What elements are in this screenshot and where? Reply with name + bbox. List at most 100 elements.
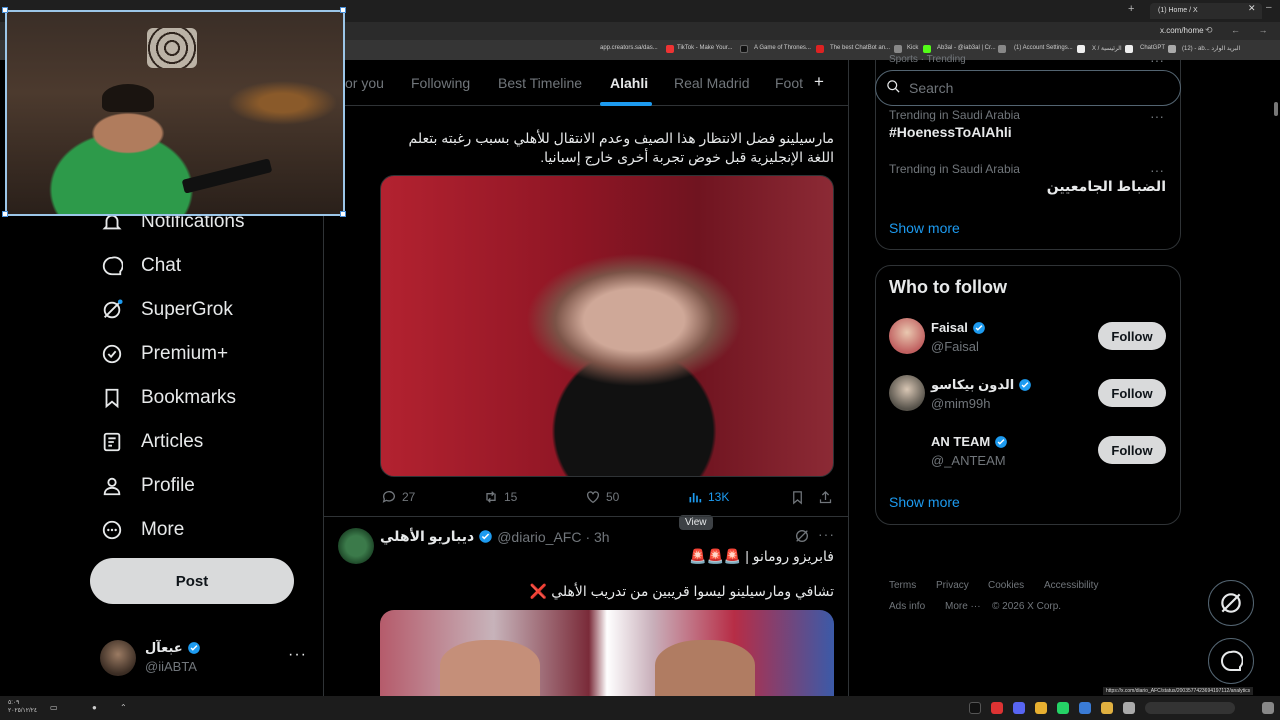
tab-best-timeline[interactable]: Best Timeline [498, 75, 582, 91]
resize-handle[interactable] [2, 211, 8, 217]
tweet-author-handle[interactable]: @diario_AFC [497, 529, 581, 545]
bookmark-item[interactable]: TikTok - Make Your... [677, 45, 732, 51]
tab-alahli[interactable]: Alahli [610, 75, 648, 91]
tab-for-you[interactable]: or you [345, 75, 384, 91]
trend-more-icon[interactable]: ··· [1150, 52, 1164, 68]
tab-foot[interactable]: Foot [775, 75, 803, 91]
app-icon[interactable] [1123, 702, 1135, 714]
url-text[interactable]: x.com/home [1160, 26, 1204, 35]
trends-show-more-link[interactable]: Show more [889, 220, 960, 236]
nav-articles[interactable]: Articles [100, 427, 203, 457]
tab-close-icon[interactable]: ✕ [1248, 3, 1256, 14]
user-avatar[interactable] [889, 375, 925, 411]
nav-more[interactable]: More [100, 515, 184, 545]
resize-handle[interactable] [340, 211, 346, 217]
trend-name[interactable]: الضباط الجامعيين [980, 178, 1166, 195]
tweet-header: ديباريو الأهلي @diario_AFC · 3h [380, 528, 610, 545]
tab-real-madrid[interactable]: Real Madrid [674, 75, 749, 91]
tweet-author-avatar[interactable] [338, 528, 374, 564]
nav-profile[interactable]: Profile [100, 471, 195, 501]
account-handle: @iiABTA [145, 659, 197, 674]
follow-button[interactable]: Follow [1098, 436, 1166, 464]
window-minimize-icon[interactable]: – [1266, 2, 1272, 13]
follow-button[interactable]: Follow [1098, 379, 1166, 407]
trend-more-icon[interactable]: ··· [1150, 162, 1164, 178]
messages-fab[interactable] [1208, 638, 1254, 684]
taskbar-search[interactable] [1145, 702, 1235, 714]
repost-icon [486, 491, 496, 503]
bookmark-item[interactable]: ChatGPT [1140, 45, 1165, 51]
app-icon[interactable] [991, 702, 1003, 714]
repost-button[interactable]: 15 [483, 489, 517, 505]
nav-supergrok[interactable]: SuperGrok [100, 295, 233, 325]
bookmark-item[interactable]: A Game of Thrones... [754, 45, 811, 51]
user-name-row[interactable]: AN TEAM [931, 434, 1008, 449]
footer-accessibility-link[interactable]: Accessibility [1044, 580, 1098, 591]
new-tab-button[interactable]: + [1128, 3, 1134, 15]
views-button[interactable]: 13K [687, 489, 729, 505]
whatsapp-icon[interactable] [1057, 702, 1069, 714]
tab-following[interactable]: Following [411, 75, 470, 91]
link-status-url: https://x.com/diario_AFC/status/20035774… [1103, 687, 1254, 695]
bookmark-item[interactable]: app.creators.sa/das... [600, 45, 658, 51]
resize-handle[interactable] [340, 7, 346, 13]
nav-label: Profile [141, 475, 195, 496]
user-avatar[interactable] [889, 432, 925, 468]
bookmark-item[interactable]: The best ChatBot an... [830, 45, 890, 51]
app-icon[interactable] [1079, 702, 1091, 714]
nav-premium[interactable]: Premium+ [100, 339, 228, 369]
add-tab-icon[interactable]: + [814, 72, 824, 92]
chevron-up-icon[interactable]: ⌃ [120, 703, 127, 712]
follow-button[interactable]: Follow [1098, 322, 1166, 350]
bookmark-tweet-button[interactable] [790, 490, 805, 505]
footer-privacy-link[interactable]: Privacy [936, 580, 969, 591]
account-menu-icon[interactable]: ··· [288, 646, 307, 664]
tweet-time[interactable]: · 3h [585, 529, 609, 545]
bookmark-item[interactable]: Kick [907, 45, 918, 51]
tiktok-app-icon[interactable] [969, 702, 981, 714]
grok-fab[interactable] [1208, 580, 1254, 626]
bookmark-item[interactable]: (1) Account Settings... [1014, 45, 1073, 51]
user-name-row[interactable]: Faisal [931, 320, 986, 335]
chrome-icon[interactable] [1035, 702, 1047, 714]
account-name-row[interactable]: عبعآل [145, 640, 201, 656]
browser-tab-active[interactable]: (1) Home / X [1150, 3, 1262, 19]
bookmark-item[interactable]: (12) - ab... البريد الوارد [1182, 45, 1240, 52]
footer-terms-link[interactable]: Terms [889, 580, 916, 591]
nav-chat[interactable]: Chat [100, 251, 181, 281]
nav-bookmarks[interactable]: Bookmarks [100, 383, 236, 413]
search-input[interactable]: Search [875, 70, 1181, 106]
start-icon[interactable] [1262, 702, 1274, 714]
resize-handle[interactable] [2, 7, 8, 13]
scrollbar-thumb[interactable] [1274, 102, 1278, 116]
trend-name[interactable]: #HoenessToAlAhli [889, 124, 1012, 140]
mic-icon[interactable]: ● [92, 703, 97, 712]
who-to-follow-show-more-link[interactable]: Show more [889, 494, 960, 510]
like-button[interactable]: 50 [585, 489, 619, 505]
trend-more-icon[interactable]: ··· [1150, 108, 1164, 124]
bookmark-item[interactable]: Ab3al - @iab3al | Cr... [937, 45, 996, 51]
account-avatar[interactable] [100, 640, 136, 676]
reply-button[interactable]: 27 [381, 489, 415, 505]
footer-more-link[interactable]: More ··· [945, 601, 981, 612]
tweet-media-image[interactable] [380, 175, 834, 477]
grok-icon[interactable] [794, 528, 810, 549]
footer-ads-link[interactable]: Ads info [889, 601, 925, 612]
footer-cookies-link[interactable]: Cookies [988, 580, 1024, 591]
folder-icon[interactable] [1101, 702, 1113, 714]
browser-nav-icons[interactable]: ⟲ ← → [1205, 25, 1276, 36]
nav-label: SuperGrok [141, 299, 233, 320]
network-icon[interactable]: ▭ [50, 703, 58, 712]
discord-icon[interactable] [1013, 702, 1025, 714]
page-scrollbar[interactable] [1272, 60, 1278, 696]
nav-label: Chat [141, 255, 182, 276]
user-avatar[interactable] [889, 318, 925, 354]
tweet-more-icon[interactable]: ··· [818, 526, 835, 542]
share-button[interactable] [818, 490, 833, 505]
webcam-overlay[interactable] [5, 10, 345, 216]
tweet-author-name[interactable]: ديباريو الأهلي [380, 528, 474, 545]
post-button[interactable]: Post [90, 558, 294, 604]
taskbar-time: ٥:٠٩ [8, 700, 20, 706]
bookmark-item[interactable]: X / الرئيسية [1092, 45, 1122, 52]
user-name-row[interactable]: الدون بيكاسو [931, 377, 1032, 393]
